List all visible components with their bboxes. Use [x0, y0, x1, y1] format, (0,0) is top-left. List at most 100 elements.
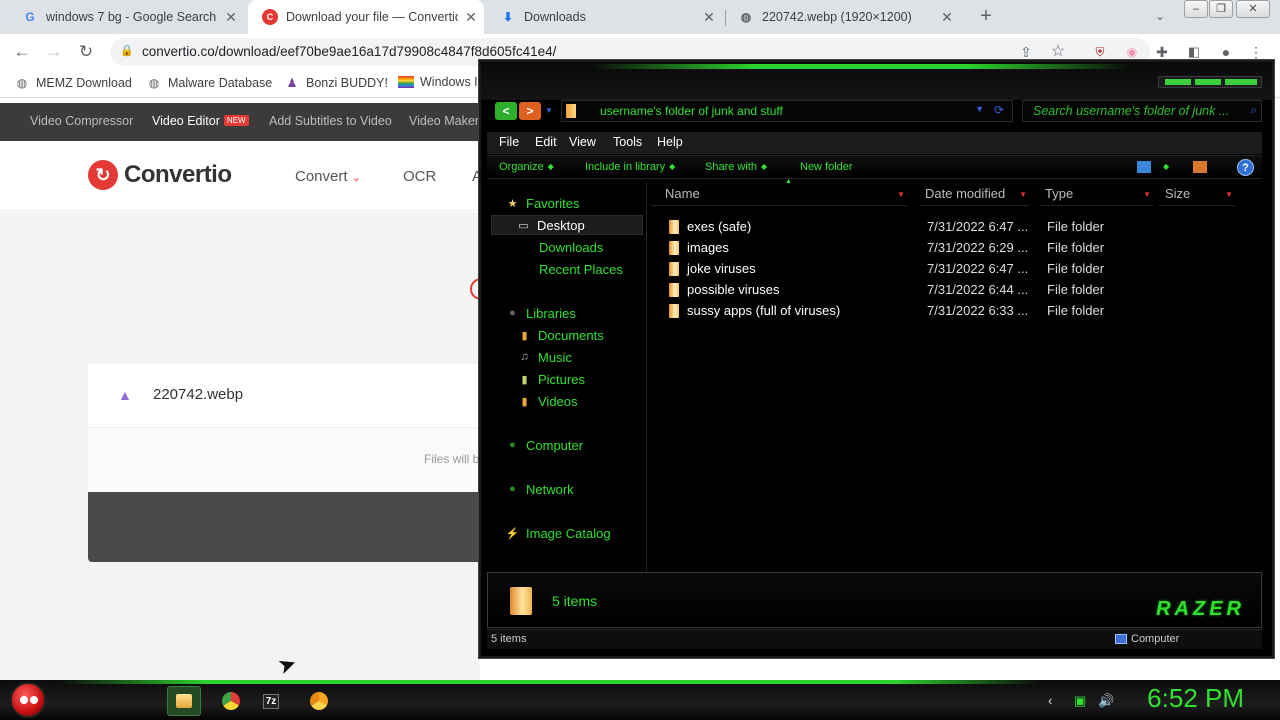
- include-label: Include in library: [585, 161, 666, 173]
- nav-music[interactable]: ♫ Music: [517, 347, 572, 367]
- minimize-button[interactable]: [1165, 79, 1191, 85]
- sort-arrow-icon: ▼: [1225, 190, 1233, 199]
- taskbar-clock[interactable]: 6:52 PM: [1147, 683, 1244, 714]
- volume-icon[interactable]: 🔊: [1098, 693, 1114, 709]
- tab-google-search[interactable]: G windows 7 bg - Google Search ✕: [8, 0, 244, 34]
- refresh-icon[interactable]: ⟳: [994, 103, 1004, 117]
- menu-ocr[interactable]: OCR: [403, 168, 436, 185]
- reload-button[interactable]: ↻: [74, 40, 98, 64]
- nav-pictures[interactable]: ▮ Pictures: [517, 369, 585, 389]
- new-tab-button[interactable]: +: [974, 4, 998, 28]
- nav-recent-places[interactable]: Recent Places: [539, 259, 623, 279]
- forward-button[interactable]: →: [42, 40, 66, 64]
- maximize-button[interactable]: [1195, 79, 1221, 85]
- column-type[interactable]: Type ▼: [1039, 186, 1153, 206]
- bookmark-bonzi[interactable]: ♟ Bonzi BUDDY!: [284, 75, 388, 91]
- nav-network[interactable]: ● Network: [505, 479, 574, 499]
- tab-image[interactable]: ◍ 220742.webp (1920×1200) ✕: [724, 0, 960, 34]
- address-bar[interactable]: username's folder of junk and stuff ▼ ⟳: [561, 100, 1013, 122]
- nav-video-compressor[interactable]: Video Compressor: [30, 114, 133, 128]
- menu-view[interactable]: View: [569, 135, 596, 149]
- nav-video-maker[interactable]: Video Maker: [409, 114, 479, 128]
- preview-pane-icon[interactable]: [1193, 161, 1207, 173]
- folder-icon: [669, 262, 679, 276]
- nav-video-editor[interactable]: Video Editor NEW: [152, 114, 249, 128]
- taskbar-chrome[interactable]: [214, 686, 248, 716]
- tab-search-chevron-icon[interactable]: ⌄: [1148, 4, 1172, 28]
- file-row[interactable]: possible viruses 7/31/2022 6:44 ... File…: [651, 280, 1251, 301]
- nav-desktop[interactable]: ▭ Desktop: [491, 215, 643, 235]
- taskbar-explorer[interactable]: [167, 686, 201, 716]
- minimize-button[interactable]: –: [1184, 0, 1208, 18]
- music-icon: ♫: [520, 351, 529, 363]
- files-note-area: Files will b: [88, 428, 480, 492]
- search-input[interactable]: Search username's folder of junk ... ⌕: [1022, 100, 1262, 122]
- nav-videos[interactable]: ▮ Videos: [517, 391, 577, 411]
- chevron-down-icon[interactable]: ▼: [975, 104, 984, 114]
- file-row[interactable]: joke viruses 7/31/2022 6:47 ... File fol…: [651, 259, 1251, 280]
- menu-convert[interactable]: Convert ⌄: [295, 168, 361, 185]
- menu-file[interactable]: File: [499, 135, 519, 149]
- file-row[interactable]: images 7/31/2022 6:29 ... File folder: [651, 238, 1251, 259]
- column-size[interactable]: Size ▼: [1159, 186, 1235, 206]
- nav-libraries[interactable]: ● Libraries: [505, 303, 576, 323]
- dropdown-dot-icon: ◆: [669, 162, 676, 171]
- new-folder-button[interactable]: New folder: [800, 161, 853, 173]
- start-button[interactable]: [10, 682, 46, 718]
- menu-edit[interactable]: Edit: [535, 135, 557, 149]
- share-with-button[interactable]: Share with ◆: [705, 161, 767, 173]
- explorer-titlebar[interactable]: [481, 62, 1272, 100]
- folder-icon: [669, 304, 679, 318]
- taskbar-7zip[interactable]: 7z: [254, 686, 288, 716]
- nav-documents[interactable]: ▮ Documents: [517, 325, 603, 345]
- organize-button[interactable]: Organize ◆: [499, 161, 554, 173]
- nav-label: Pictures: [538, 371, 585, 387]
- convertio-logo[interactable]: ↻ Convertio: [88, 160, 232, 190]
- menu-help[interactable]: Help: [657, 135, 683, 149]
- search-icon[interactable]: ⌕: [1250, 103, 1257, 118]
- start-orb-eye: [20, 696, 28, 704]
- restore-button[interactable]: ❐: [1209, 0, 1233, 18]
- network-tray-icon[interactable]: ▣: [1074, 693, 1086, 709]
- close-icon[interactable]: ✕: [934, 9, 960, 26]
- back-button[interactable]: ←: [10, 40, 34, 64]
- close-icon[interactable]: ✕: [218, 9, 244, 26]
- bookmark-malware-db[interactable]: ◍ Malware Database: [146, 75, 272, 91]
- nav-image-catalog[interactable]: ⚡ Image Catalog: [505, 523, 611, 543]
- close-window-button[interactable]: [1225, 79, 1257, 85]
- column-name-label: Name: [665, 186, 700, 201]
- nav-label: Favorites: [526, 195, 580, 211]
- history-dropdown-icon[interactable]: ▼: [545, 106, 553, 115]
- view-options-icon[interactable]: [1137, 161, 1151, 173]
- help-icon[interactable]: ?: [1237, 159, 1254, 176]
- videos-icon: ▮: [521, 395, 528, 408]
- column-date-modified[interactable]: Date modified ▼: [919, 186, 1029, 206]
- download-icon: ⬇: [502, 10, 514, 24]
- bookmark-windows[interactable]: Windows I: [398, 75, 478, 89]
- bookmark-memz[interactable]: ◍ MEMZ Download: [14, 75, 132, 91]
- razer-logo: RAZER: [1156, 598, 1245, 620]
- view-dropdown-icon[interactable]: ◆: [1159, 161, 1169, 173]
- include-in-library-button[interactable]: Include in library ◆: [585, 161, 675, 173]
- browser-tab-strip: G windows 7 bg - Google Search ✕ C Downl…: [0, 0, 1280, 34]
- file-name: joke viruses: [687, 261, 756, 276]
- close-icon[interactable]: ✕: [696, 9, 722, 26]
- nav-add-subtitles[interactable]: Add Subtitles to Video: [269, 114, 392, 128]
- back-button[interactable]: <: [495, 102, 517, 120]
- tab-downloads[interactable]: ⬇ Downloads ✕: [486, 0, 722, 34]
- menu-tools[interactable]: Tools: [613, 135, 642, 149]
- close-window-button[interactable]: ✕: [1236, 0, 1270, 18]
- forward-button[interactable]: >: [519, 102, 541, 120]
- bookmark-label: Windows I: [420, 75, 478, 89]
- nav-favorites[interactable]: ★ Favorites: [505, 193, 580, 213]
- sort-up-icon: ▲: [785, 178, 792, 185]
- nav-computer[interactable]: ● Computer: [505, 435, 583, 455]
- taskbar-chrome-canary[interactable]: [302, 686, 336, 716]
- column-name[interactable]: Name ▼ ▲: [651, 178, 907, 206]
- nav-downloads[interactable]: Downloads: [539, 237, 603, 257]
- show-hidden-icons-icon[interactable]: ‹: [1048, 693, 1052, 708]
- file-row[interactable]: exes (safe) 7/31/2022 6:47 ... File fold…: [651, 217, 1251, 238]
- file-row[interactable]: sussy apps (full of viruses) 7/31/2022 6…: [651, 301, 1251, 322]
- tab-convertio[interactable]: C Download your file — Convertio ✕: [248, 0, 484, 34]
- close-icon[interactable]: ✕: [458, 9, 484, 26]
